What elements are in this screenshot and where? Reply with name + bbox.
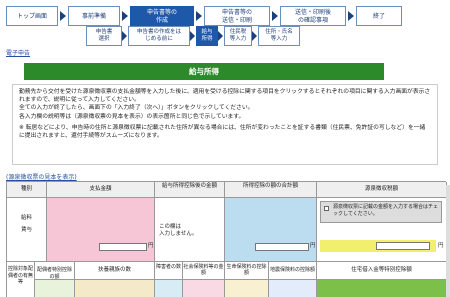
disabled-cell[interactable]: [155, 280, 183, 297]
col-header-deduction-total: 所得控除の額の合計額: [225, 182, 317, 198]
col-header-life-insurance: 生命保険料の控除額: [225, 262, 269, 280]
show-sample-link[interactable]: (源泉徴収票の見本を表示): [6, 172, 77, 181]
step-label: 作成: [155, 17, 168, 24]
arrow-icon: [218, 31, 223, 41]
payment-cell: 円: [47, 198, 155, 262]
arrow-icon: [190, 31, 195, 41]
substep-label: 申告書の作成をは: [136, 29, 181, 35]
step-label: の確認事項: [297, 17, 328, 24]
col-header-type: 種別: [7, 182, 47, 198]
instruction-text-span: 各入力欄の説明等は（源泉徴収票の見本を表示）の表示箇所と同じ色で示しています。: [19, 113, 245, 120]
step-label: 送信・印刷後: [294, 9, 331, 16]
type-bonus: 賃与: [20, 227, 32, 233]
page-title: 給与所得: [24, 63, 384, 80]
substep-label: じめる前に: [145, 36, 173, 42]
arrow-icon: [272, 11, 278, 21]
type-salary: 給料: [20, 215, 32, 221]
col-header-housing-loan: 住宅借入金等特別控除額: [317, 262, 447, 280]
instructions-panel: 勤務先から交付を受けた源泉徴収票の支払金額等を入力した後に、適用を受ける控除に関…: [12, 84, 438, 165]
col-header-spouse-special: 配偶者特別控除の額: [35, 262, 75, 280]
withholding-cell: 源泉徴収票に記載の金額を入力する場合はチェックしてください。 円: [317, 198, 447, 262]
withholding-checkbox[interactable]: [324, 206, 329, 211]
yen-unit: 円: [438, 243, 444, 249]
withholding-amount-area: [320, 240, 436, 252]
step-label: 送信・印刷: [221, 17, 252, 24]
col-header-after-deduction: 給与所得控除後の金額: [155, 182, 225, 198]
substep-before-start[interactable]: 申告書の作成をは じめる前に: [128, 26, 190, 46]
col-header-social-insurance: 社会保険料等の金額: [183, 262, 225, 280]
instruction-text: 全ての入力が終了したら、画面下の「入力終了（次へ）」ボタンをクリックしてください…: [19, 105, 254, 112]
step-create-return[interactable]: 申告書等の 作成: [130, 6, 194, 26]
earthquake-cell[interactable]: [269, 280, 317, 297]
arrow-icon: [196, 11, 202, 21]
arrow-icon: [252, 31, 257, 41]
scrollbar[interactable]: [446, 185, 450, 297]
withholding-check-label: 源泉徴収票に記載の金額を入力する場合はチェックしてください。: [333, 204, 439, 217]
substep-label: 申告書: [95, 29, 113, 35]
arrow-icon: [122, 31, 127, 41]
instruction-text: 各入力欄の説明等は（源泉徴収票の見本を表示）の表示箇所と同じ色で示しています。: [19, 113, 431, 121]
dependents-cell[interactable]: [75, 280, 155, 297]
step-finish[interactable]: 終了: [356, 6, 402, 26]
after-deduction-cell: この欄は 入力しません。: [155, 198, 225, 262]
social-insurance-cell[interactable]: [183, 280, 225, 297]
substep-label: 住民税: [229, 29, 247, 35]
spouse-special-cell[interactable]: [35, 280, 75, 297]
page: { "steps": [ {"label": "トップ画面"}, {"label…: [0, 0, 450, 297]
substep-label: 等入力: [270, 36, 288, 42]
substep-address-name[interactable]: 住所・氏名 等入力: [258, 26, 300, 46]
arrow-icon: [60, 11, 66, 21]
payment-amount-input[interactable]: [99, 243, 147, 251]
substep-resident-tax[interactable]: 住民税 等入力: [224, 26, 252, 46]
arrow-icon: [348, 11, 354, 21]
substep-label: 等入力: [229, 36, 247, 42]
step-send-print[interactable]: 申告書等の 送信・印刷: [204, 6, 270, 26]
type-cell: 給料 賃与: [7, 198, 47, 262]
instruction-text: ※ 転居などにより、申告時の住所と源泉徴収票に記載された住所が異なる場合には、住…: [19, 124, 426, 140]
auto-calc-note: 入力しません。: [159, 231, 198, 237]
step-label: 申告書等の: [221, 9, 252, 16]
step-label: 事前準備: [81, 13, 106, 20]
substep-label: 所得: [201, 36, 213, 42]
step-label: 申告書等の: [146, 9, 177, 16]
substep-select-return[interactable]: 申告書 選択: [86, 26, 122, 46]
substep-label: 給与: [201, 29, 213, 35]
deduction-total-cell: 円: [225, 198, 317, 262]
step-preparation[interactable]: 事前準備: [68, 6, 120, 26]
substep-salary-income[interactable]: 給与 所得: [196, 26, 218, 46]
substep-label: 選択: [98, 36, 110, 42]
yen-unit: 円: [148, 243, 154, 249]
withholding-amount-input[interactable]: [376, 242, 430, 250]
step-label: トップ画面: [16, 13, 47, 20]
step-label: 終了: [372, 13, 385, 20]
arrow-icon: [122, 11, 128, 21]
col-header-disabled: 障害者の数: [155, 262, 183, 280]
step-after-send[interactable]: 送信・印刷後 の確認事項: [280, 6, 346, 26]
col-header-dependents: 扶養親族の数: [75, 262, 155, 280]
e-filing-tag: 電子申告: [6, 50, 31, 57]
deduction-total-input[interactable]: [255, 243, 309, 251]
substep-label: 住所・氏名: [265, 29, 293, 35]
col-header-withholding: 源泉徴収税額: [317, 182, 447, 198]
withholding-form-table: 種別 支払金額 給与所得控除後の金額 所得控除の額の合計額 源泉徴収税額 給料 …: [6, 181, 447, 297]
life-insurance-cell[interactable]: [225, 280, 269, 297]
col-header-spouse: 控除対象配偶者の有無等: [7, 262, 35, 297]
withholding-check-box: 源泉徴収票に記載の金額を入力する場合はチェックしてください。: [320, 201, 442, 223]
yen-unit: 円: [310, 243, 316, 249]
col-header-payment: 支払金額: [47, 182, 155, 198]
step-top[interactable]: トップ画面: [6, 6, 58, 26]
col-header-earthquake: 地震保険料の控除額: [269, 262, 317, 280]
instruction-text: 勤務先から交付を受けた源泉徴収票の支払金額等を入力した後に、適用を受ける控除に関…: [19, 89, 431, 104]
auto-calc-note: この欄は: [159, 224, 182, 230]
housing-loan-cell[interactable]: [317, 280, 447, 297]
progress-steps: トップ画面 事前準備 申告書等の 作成 申告書等の 送信・印刷 送信・印刷後 の…: [6, 6, 446, 26]
